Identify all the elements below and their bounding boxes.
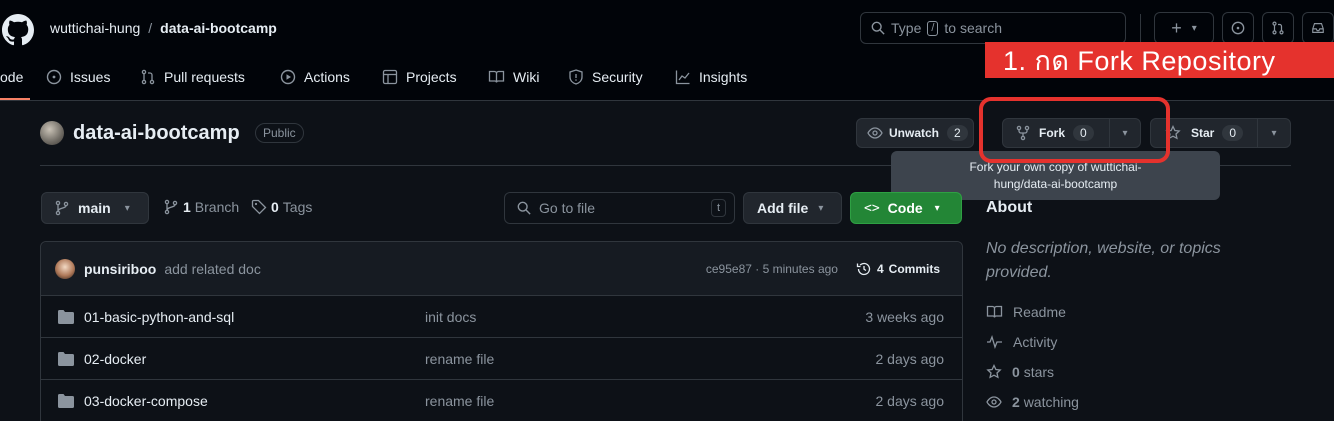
tab-wiki[interactable]: Wiki — [488, 66, 539, 88]
graph-icon — [675, 70, 690, 85]
go-to-file-input[interactable]: Go to file t — [504, 192, 735, 224]
commit-message[interactable]: add related doc — [164, 261, 261, 277]
branch-icon — [164, 199, 178, 215]
commit-author[interactable]: punsiriboo — [84, 261, 156, 277]
github-logo-icon[interactable] — [2, 14, 34, 46]
unwatch-button[interactable]: Unwatch 2 — [856, 118, 974, 148]
file-time: 2 days ago — [875, 392, 945, 409]
pulse-icon — [987, 335, 1002, 349]
chevron-down-icon: ▾ — [1271, 127, 1277, 139]
owner-link[interactable]: wuttichai-hung — [50, 20, 140, 36]
tab-issues[interactable]: Issues — [46, 66, 110, 88]
star-dropdown-button[interactable]: ▾ — [1257, 118, 1291, 148]
commit-hash-time[interactable]: ce95e87 · 5 minutes ago — [706, 262, 838, 276]
code-brackets-icon: <> — [864, 200, 880, 216]
star-count: 0 — [1222, 125, 1244, 141]
watch-count: 2 — [947, 125, 968, 141]
annotation-label: 1. กด Fork Repository — [985, 42, 1334, 78]
issue-circle-icon — [1231, 21, 1245, 35]
pull-request-icon — [141, 69, 155, 85]
chevron-down-icon: ▾ — [818, 202, 824, 214]
code-button[interactable]: <> Code ▾ — [850, 192, 962, 224]
repo-avatar — [40, 121, 64, 145]
pull-request-icon — [1272, 21, 1284, 35]
search-icon — [871, 21, 885, 35]
tab-insights[interactable]: Insights — [675, 66, 747, 88]
tab-projects[interactable]: Projects — [382, 66, 457, 88]
fork-highlight-box — [979, 97, 1170, 163]
file-commit-message[interactable]: rename file — [425, 393, 494, 409]
table-row[interactable]: 02-docker rename file 2 days ago — [41, 337, 962, 379]
tab-pull-requests[interactable]: Pull requests — [140, 66, 245, 88]
book-icon — [986, 305, 1003, 318]
activity-link[interactable]: Activity — [986, 334, 1057, 350]
star-icon — [986, 364, 1002, 379]
chevron-down-icon: ▾ — [1191, 22, 1197, 34]
file-time: 3 weeks ago — [865, 308, 944, 325]
inbox-icon — [1312, 23, 1324, 33]
tag-icon — [251, 199, 267, 215]
branch-selector[interactable]: main ▾ — [41, 192, 149, 224]
folder-icon — [58, 309, 74, 324]
latest-commit-bar: punsiriboo add related doc ce95e87 · 5 m… — [41, 242, 962, 295]
global-header: wuttichai-hung / data-ai-bootcamp Type /… — [0, 0, 1334, 101]
table-row[interactable]: 03-docker-compose rename file 2 days ago — [41, 379, 962, 421]
eye-icon — [986, 396, 1002, 408]
readme-link[interactable]: Readme — [986, 304, 1066, 320]
file-name[interactable]: 03-docker-compose — [84, 393, 208, 409]
issue-circle-icon — [46, 69, 62, 85]
commits-link[interactable]: 4 Commits — [856, 261, 940, 277]
tab-actions[interactable]: Actions — [280, 66, 350, 88]
tab-code[interactable]: ode — [0, 66, 23, 88]
book-icon — [488, 70, 505, 83]
add-file-button[interactable]: Add file ▾ — [743, 192, 842, 224]
file-name[interactable]: 02-docker — [84, 351, 146, 367]
file-commit-message[interactable]: rename file — [425, 351, 494, 367]
shield-icon — [569, 69, 583, 85]
search-shortcut-key: / — [927, 20, 939, 36]
file-time: 2 days ago — [875, 350, 945, 367]
plus-icon: + — [1171, 18, 1182, 38]
path-separator: / — [148, 20, 153, 36]
author-avatar — [55, 258, 75, 279]
inbox-icon-button[interactable] — [1302, 12, 1334, 44]
chevron-down-icon: ▾ — [934, 202, 940, 214]
visibility-badge: Public — [255, 123, 304, 143]
branch-icon — [55, 200, 69, 216]
repo-link[interactable]: data-ai-bootcamp — [160, 20, 277, 36]
table-icon — [382, 69, 398, 85]
repo-title[interactable]: data-ai-bootcamp — [73, 121, 240, 145]
about-title: About — [986, 199, 1033, 216]
history-icon — [856, 262, 871, 275]
file-name[interactable]: 01-basic-python-and-sql — [84, 309, 234, 325]
play-circle-icon — [280, 69, 296, 85]
about-description: No description, website, or topics provi… — [986, 240, 1221, 281]
watching-link[interactable]: 2 watching — [986, 394, 1079, 410]
folder-icon — [58, 351, 74, 366]
branches-link[interactable]: 1 Branch — [163, 199, 239, 215]
search-icon — [517, 201, 531, 215]
eye-icon — [867, 127, 883, 139]
table-row[interactable]: 01-basic-python-and-sql init docs 3 week… — [41, 295, 962, 337]
tags-link[interactable]: 0 Tags — [251, 199, 312, 215]
stars-link[interactable]: 0 stars — [986, 364, 1054, 380]
chevron-down-icon: ▾ — [124, 202, 130, 214]
folder-icon — [58, 393, 74, 408]
goto-shortcut-key: t — [710, 199, 726, 217]
tab-security[interactable]: Security — [568, 66, 643, 88]
active-tab-underline — [0, 98, 30, 100]
file-commit-message[interactable]: init docs — [425, 309, 476, 325]
